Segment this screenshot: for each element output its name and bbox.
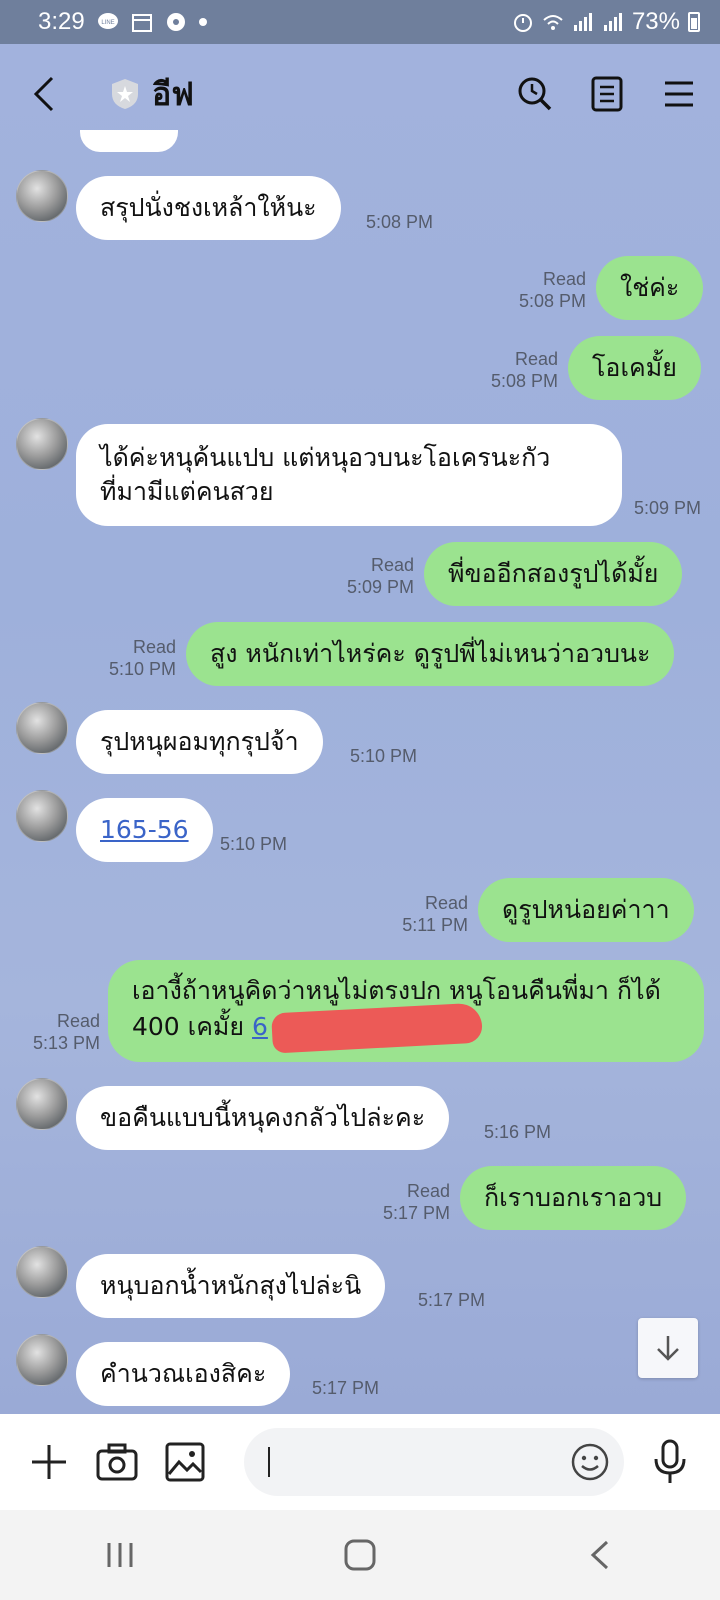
message-text: ใช่ค่ะ (620, 273, 680, 302)
message-bubble[interactable]: พี่ขออีกสองรูปได้มั้ย (424, 542, 683, 606)
read-receipt: Read 5:11 PM (402, 893, 468, 935)
read-receipt: Read 5:08 PM (490, 349, 558, 391)
message-bubble[interactable]: หนุบอกน้ำหนักสุงไปล่ะนิ (76, 1254, 386, 1318)
wifi-icon (543, 15, 563, 30)
message-link[interactable]: 6 (252, 1012, 268, 1041)
message-time: 5:17 PM (312, 1378, 380, 1398)
alarm-icon (513, 14, 532, 32)
message-bubble[interactable]: ขอคืนแบบนี้หนุคงกลัวไปล่ะคะ (76, 1086, 450, 1150)
home-icon (344, 1539, 376, 1571)
message-text: เอางี้ถ้าหนูคิดว่าหนูไม่ตรงปก หนูโอนคืนพ… (132, 974, 680, 1054)
message-bubble[interactable]: คำนวณเองสิคะ (76, 1342, 291, 1406)
avatar[interactable] (16, 1334, 68, 1386)
search-button[interactable] (516, 75, 554, 113)
chat-header: อีฟ (0, 44, 720, 144)
message-time: 5:10 PM (220, 834, 288, 854)
avatar[interactable] (16, 702, 68, 754)
message-bubble[interactable]: เอางี้ถ้าหนูคิดว่าหนูไม่ตรงปก หนูโอนคืนพ… (108, 960, 704, 1062)
avatar[interactable] (16, 1078, 68, 1130)
message-bubble[interactable]: ได้ค่ะหนุค้นแปบ แต่หนุอวบนะโอเครนะกัว ที… (76, 424, 622, 526)
scroll-to-bottom-button[interactable] (638, 1318, 698, 1378)
message-text: โอเคมั้ย (592, 353, 677, 382)
signal-icon (603, 13, 622, 31)
search-icon (518, 77, 552, 111)
back-nav-icon (590, 1540, 609, 1570)
plus-icon (32, 1445, 66, 1479)
read-receipt: Read 5:08 PM (518, 269, 586, 311)
menu-button[interactable] (660, 75, 698, 113)
message-text: ก็เราบอกเราอวบ (484, 1183, 663, 1212)
message-text: สรุปนั่งชงเหล้าให้นะ (100, 193, 317, 222)
back-nav-button[interactable] (580, 1535, 620, 1575)
notes-button[interactable] (588, 75, 626, 113)
message-bubble[interactable]: ใช่ค่ะ (596, 256, 704, 320)
status-bar: 3:29 LINE 73% (0, 0, 720, 44)
message-text: ดูรูปหน่อยค่าาา (502, 895, 670, 924)
redaction-mark (271, 1002, 483, 1054)
system-nav-bar (0, 1510, 720, 1600)
signal-icon (573, 13, 592, 31)
line-icon: LINE (97, 13, 118, 29)
message-bubble[interactable]: รุปหนุผอมทุกรุปจ้า (76, 710, 323, 774)
home-button[interactable] (340, 1535, 380, 1575)
emoji-icon[interactable] (570, 1442, 610, 1482)
recent-apps-icon (107, 1543, 133, 1567)
message-text: ได้ค่ะหนุค้นแปบ แต่หนุอวบนะโอเครนะกัว ที… (100, 443, 551, 506)
message-text: หนุบอกน้ำหนักสุงไปล่ะนิ (100, 1271, 362, 1300)
message-bubble[interactable]: สูง หนักเท่าไหร่คะ ดูรูปพี่ไม่เหนว่าอวบน… (186, 622, 675, 686)
message-text: คำนวณเองสิคะ (100, 1359, 267, 1388)
image-button[interactable] (162, 1439, 208, 1485)
message-bubble[interactable]: ดูรูปหน่อยค่าาา (478, 878, 694, 942)
text-cursor (268, 1447, 270, 1477)
message-time: 5:16 PM (484, 1122, 552, 1142)
mic-icon[interactable] (650, 1439, 690, 1485)
svg-text:LINE: LINE (101, 20, 114, 26)
message-text: พี่ขออีกสองรูปได้มั้ย (448, 559, 659, 588)
dot-icon (198, 18, 207, 26)
message-link[interactable]: 165-56 (100, 813, 189, 847)
read-receipt: Read 5:10 PM (108, 637, 176, 679)
message-text: รุปหนุผอมทุกรุปจ้า (100, 727, 299, 756)
message-input[interactable] (244, 1428, 624, 1496)
message-text: ขอคืนแบบนี้หนุคงกลัวไปล่ะคะ (100, 1103, 426, 1132)
image-icon (165, 1442, 205, 1482)
message-input-bar (0, 1414, 720, 1510)
avatar[interactable] (16, 790, 68, 842)
message-text: สูง หนักเท่าไหร่คะ ดูรูปพี่ไม่เหนว่าอวบน… (210, 639, 651, 668)
avatar[interactable] (16, 1246, 68, 1298)
message-time: 5:08 PM (366, 212, 434, 232)
status-time: 3:29 (38, 8, 85, 35)
avatar[interactable] (16, 170, 68, 222)
message-bubble[interactable]: ก็เราบอกเราอวบ (460, 1166, 687, 1230)
camera-icon (96, 1443, 138, 1481)
message-bubble[interactable]: สรุปนั่งชงเหล้าให้นะ (76, 176, 341, 240)
back-icon (33, 76, 54, 112)
recent-apps-button[interactable] (100, 1535, 140, 1575)
message-time: 5:09 PM (634, 498, 702, 518)
partial-message-bubble (80, 130, 178, 152)
chat-title: อีฟ (152, 74, 194, 113)
menu-icon (665, 81, 693, 107)
battery-icon (688, 12, 700, 32)
read-receipt: Read 5:17 PM (382, 1181, 450, 1223)
message-bubble[interactable]: โอเคมั้ย (568, 336, 701, 400)
read-receipt: Read 5:09 PM (346, 555, 414, 597)
battery-percent: 73% (631, 8, 680, 35)
back-button[interactable] (32, 72, 72, 116)
notes-icon (591, 76, 623, 112)
camera-button[interactable] (94, 1439, 140, 1485)
arrow-down-icon (657, 1336, 679, 1361)
calendar-icon (131, 14, 152, 32)
avatar[interactable] (16, 418, 68, 470)
soccer-icon (166, 13, 185, 31)
message-bubble[interactable]: 165-56 (76, 798, 213, 862)
plus-button[interactable] (26, 1439, 72, 1485)
shield-icon (112, 79, 138, 109)
message-time: 5:10 PM (350, 746, 418, 766)
message-time: 5:17 PM (418, 1290, 486, 1310)
read-receipt: Read 5:13 PM (32, 1011, 100, 1053)
